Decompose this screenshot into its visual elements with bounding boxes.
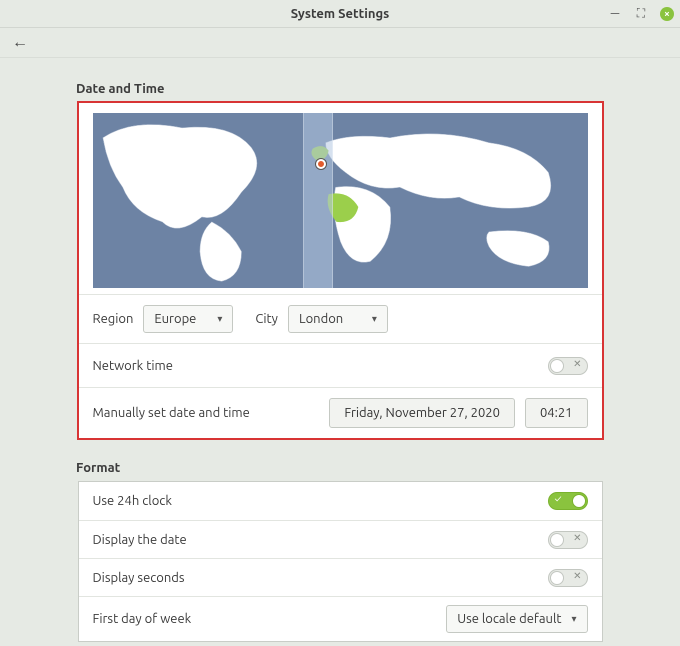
window-controls: － ⛶ × — [608, 0, 674, 27]
city-value: London — [299, 312, 343, 326]
display-date-toggle[interactable] — [548, 531, 588, 549]
chevron-down-icon: ▾ — [217, 313, 222, 325]
chevron-down-icon: ▾ — [372, 313, 377, 325]
world-map-icon — [93, 113, 588, 286]
row-region-city: Region Europe ▾ City London ▾ — [79, 294, 602, 343]
display-seconds-toggle[interactable] — [548, 569, 588, 587]
section-title-format: Format — [76, 461, 662, 475]
display-seconds-label: Display seconds — [93, 571, 185, 585]
manual-datetime-label: Manually set date and time — [93, 406, 250, 420]
time-value: 04:21 — [540, 406, 573, 420]
network-time-label: Network time — [93, 359, 173, 373]
window-title: System Settings — [291, 7, 390, 21]
first-day-select[interactable]: Use locale default ▾ — [446, 605, 587, 633]
date-value: Friday, November 27, 2020 — [344, 406, 500, 420]
time-button[interactable]: 04:21 — [525, 398, 588, 428]
panel-datetime: Region Europe ▾ City London ▾ Network ti… — [78, 102, 603, 439]
location-marker-icon — [316, 159, 326, 169]
display-date-label: Display the date — [93, 533, 187, 547]
date-button[interactable]: Friday, November 27, 2020 — [329, 398, 515, 428]
region-select[interactable]: Europe ▾ — [143, 305, 233, 333]
chevron-down-icon: ▾ — [571, 613, 576, 625]
timezone-band — [303, 113, 333, 288]
toolbar: ← — [0, 28, 680, 58]
timezone-map[interactable] — [93, 113, 588, 288]
back-button[interactable]: ← — [8, 31, 32, 55]
row-first-day: First day of week Use locale default ▾ — [79, 596, 602, 641]
titlebar: System Settings － ⛶ × — [0, 0, 680, 28]
first-day-label: First day of week — [93, 612, 192, 626]
row-manual-datetime: Manually set date and time Friday, Novem… — [79, 387, 602, 438]
first-day-value: Use locale default — [457, 612, 561, 626]
content: Date and Time Region Europe — [0, 58, 680, 642]
city-select[interactable]: London ▾ — [288, 305, 388, 333]
row-use-24h: Use 24h clock — [79, 482, 602, 520]
row-display-date: Display the date — [79, 520, 602, 558]
close-icon[interactable]: × — [660, 7, 674, 21]
minimize-icon[interactable]: － — [608, 7, 622, 21]
use-24h-toggle[interactable] — [548, 492, 588, 510]
region-value: Europe — [154, 312, 196, 326]
region-label: Region — [93, 312, 134, 326]
arrow-left-icon: ← — [12, 33, 28, 52]
network-time-toggle[interactable] — [548, 357, 588, 375]
section-title-datetime: Date and Time — [76, 82, 662, 96]
maximize-icon[interactable]: ⛶ — [634, 7, 648, 21]
use-24h-label: Use 24h clock — [93, 494, 172, 508]
row-display-seconds: Display seconds — [79, 558, 602, 596]
city-label: City — [255, 312, 278, 326]
row-network-time: Network time — [79, 343, 602, 387]
panel-format: Use 24h clock Display the date Display s… — [78, 481, 603, 642]
